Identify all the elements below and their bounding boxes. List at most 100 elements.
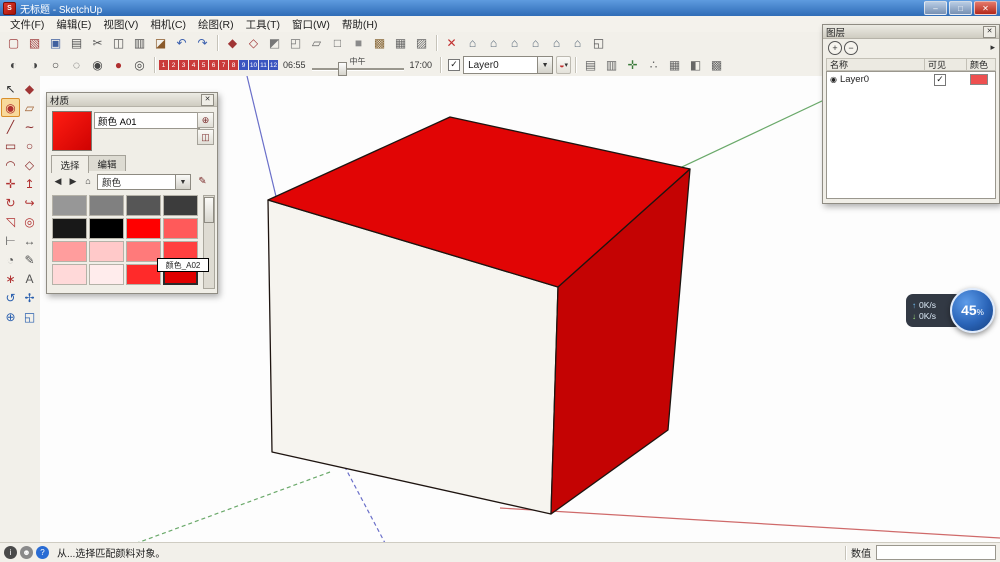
axes-icon[interactable]: ∗ xyxy=(1,269,20,288)
guides-toggle-icon[interactable]: ∴ xyxy=(644,56,663,74)
back-edges-icon[interactable]: ◑ xyxy=(25,56,44,74)
memory-usage-ball[interactable]: 45 % xyxy=(950,288,995,333)
shaded-mode-icon[interactable]: ◉ xyxy=(88,56,107,74)
menu-draw[interactable]: 绘图(R) xyxy=(192,17,240,32)
chevron-down-icon[interactable]: ▼ xyxy=(537,57,552,73)
layer-color-button[interactable]: ◒ ▾ xyxy=(556,56,571,74)
freehand-icon[interactable]: ∼ xyxy=(20,117,39,136)
add-layer-button[interactable]: + xyxy=(828,41,842,55)
monochrome-style-icon[interactable]: ▦ xyxy=(391,34,410,52)
shadow-month-11[interactable]: 11 xyxy=(259,60,268,70)
scale-icon[interactable]: ◹ xyxy=(1,212,20,231)
layer-row[interactable]: ◉ Layer0 ✓ xyxy=(827,72,995,87)
shadow-month-2[interactable]: 2 xyxy=(169,60,178,70)
orbit-icon[interactable]: ↺ xyxy=(1,288,20,307)
credits-icon[interactable]: ☻ xyxy=(20,546,33,559)
shaded-style-icon[interactable]: ■ xyxy=(349,34,368,52)
collection-combo[interactable]: 颜色 ▼ xyxy=(97,174,191,190)
panel-menu-icon[interactable]: ▸ xyxy=(990,42,995,53)
shadow-month-1[interactable]: 1 xyxy=(159,60,168,70)
tab-edit[interactable]: 编辑 xyxy=(88,155,126,171)
column-color[interactable]: 颜色 xyxy=(966,58,996,71)
polygon-icon[interactable]: ◇ xyxy=(20,155,39,174)
fog-settings-icon[interactable]: ▩ xyxy=(707,56,726,74)
current-layer-radio[interactable]: ◉ xyxy=(830,75,837,84)
move-icon[interactable]: ✛ xyxy=(1,174,20,193)
make-component-icon[interactable]: ◆ xyxy=(20,79,39,98)
select-icon[interactable]: ↖ xyxy=(1,79,20,98)
view-iso-icon[interactable]: ⌂ xyxy=(463,34,482,52)
sample-paint-icon[interactable]: ✎ xyxy=(195,174,210,188)
color-swatch[interactable] xyxy=(52,218,87,239)
layer-visible-checkbox[interactable]: ✓ xyxy=(934,74,946,86)
color-swatch[interactable] xyxy=(52,195,87,216)
color-swatch[interactable] xyxy=(126,241,161,262)
shadow-month-3[interactable]: 3 xyxy=(179,60,188,70)
text-icon[interactable]: ✎ xyxy=(20,250,39,269)
delete-icon[interactable]: ✕ xyxy=(442,34,461,52)
monochrome-mode-icon[interactable]: ◎ xyxy=(130,56,149,74)
shadow-month-10[interactable]: 10 xyxy=(249,60,258,70)
redo-icon[interactable]: ↷ xyxy=(193,34,212,52)
follow-me-icon[interactable]: ↪ xyxy=(20,193,39,212)
zoom-extents-icon[interactable]: ◱ xyxy=(20,307,39,326)
measurement-input[interactable] xyxy=(876,545,996,560)
materials-panel-titlebar[interactable]: 材质 ✕ xyxy=(47,93,217,107)
color-swatch[interactable] xyxy=(126,195,161,216)
color-swatch[interactable] xyxy=(52,241,87,262)
swatch-scrollbar[interactable] xyxy=(203,195,215,289)
material-name-input[interactable] xyxy=(94,112,200,129)
offset-icon[interactable]: ◎ xyxy=(20,212,39,231)
erase-icon[interactable]: ◪ xyxy=(151,34,170,52)
forward-arrow-icon[interactable]: ▶ xyxy=(66,174,80,188)
column-name[interactable]: 名称 xyxy=(826,58,924,71)
section-display-icon[interactable]: ▤ xyxy=(581,56,600,74)
menu-tools[interactable]: 工具(T) xyxy=(240,17,286,32)
section-plane-icon[interactable]: ◰ xyxy=(286,34,305,52)
view-right-icon[interactable]: ⌂ xyxy=(526,34,545,52)
print-icon[interactable]: ▤ xyxy=(67,34,86,52)
zoom-extents-icon[interactable]: ◱ xyxy=(589,34,608,52)
menu-edit[interactable]: 编辑(E) xyxy=(50,17,97,32)
column-visible[interactable]: 可见 xyxy=(924,58,966,71)
home-icon[interactable]: ⌂ xyxy=(81,174,95,188)
shadow-settings-icon[interactable]: ◧ xyxy=(686,56,705,74)
menu-view[interactable]: 视图(V) xyxy=(97,17,144,32)
tape-measure-icon[interactable]: ⊢ xyxy=(1,231,20,250)
color-swatch[interactable] xyxy=(89,241,124,262)
axes-toggle-icon[interactable]: ✛ xyxy=(623,56,642,74)
color-swatch[interactable] xyxy=(163,195,198,216)
slider-handle[interactable] xyxy=(338,62,347,76)
push-pull-icon[interactable]: ↥ xyxy=(20,174,39,193)
textured-style-icon[interactable]: ▩ xyxy=(370,34,389,52)
xray-mode-icon[interactable]: ◐ xyxy=(4,56,23,74)
pan-icon[interactable]: ✢ xyxy=(20,288,39,307)
shadow-month-12[interactable]: 12 xyxy=(269,60,278,70)
shadow-month-5[interactable]: 5 xyxy=(199,60,208,70)
line-icon[interactable]: ╱ xyxy=(1,117,20,136)
shadow-month-9[interactable]: 9 xyxy=(239,60,248,70)
shadow-month-7[interactable]: 7 xyxy=(219,60,228,70)
color-swatch[interactable] xyxy=(89,218,124,239)
paint-bucket-icon[interactable]: ◉ xyxy=(1,98,20,117)
view-top-icon[interactable]: ⌂ xyxy=(484,34,503,52)
chevron-down-icon[interactable]: ▼ xyxy=(175,175,190,189)
secondary-pane-icon[interactable]: ◫ xyxy=(197,129,214,145)
rectangle-icon[interactable]: ▭ xyxy=(1,136,20,155)
new-icon[interactable]: ▢ xyxy=(4,34,23,52)
view-back-icon[interactable]: ⌂ xyxy=(547,34,566,52)
color-swatch[interactable] xyxy=(163,218,198,239)
cut-icon[interactable]: ✂ xyxy=(88,34,107,52)
color-swatch[interactable] xyxy=(126,218,161,239)
hidden-geometry-icon[interactable]: ▦ xyxy=(665,56,684,74)
menu-camera[interactable]: 相机(C) xyxy=(144,17,192,32)
close-button[interactable]: ✕ xyxy=(974,1,997,15)
circle-icon[interactable]: ○ xyxy=(20,136,39,155)
help-icon[interactable]: ? xyxy=(36,546,49,559)
textured-mode-icon[interactable]: ● xyxy=(109,56,128,74)
view-front-icon[interactable]: ⌂ xyxy=(505,34,524,52)
zoom-icon[interactable]: ⊕ xyxy=(1,307,20,326)
tab-select[interactable]: 选择 xyxy=(51,155,89,173)
close-icon[interactable]: ✕ xyxy=(201,94,214,106)
eraser-icon[interactable]: ▱ xyxy=(20,98,39,117)
